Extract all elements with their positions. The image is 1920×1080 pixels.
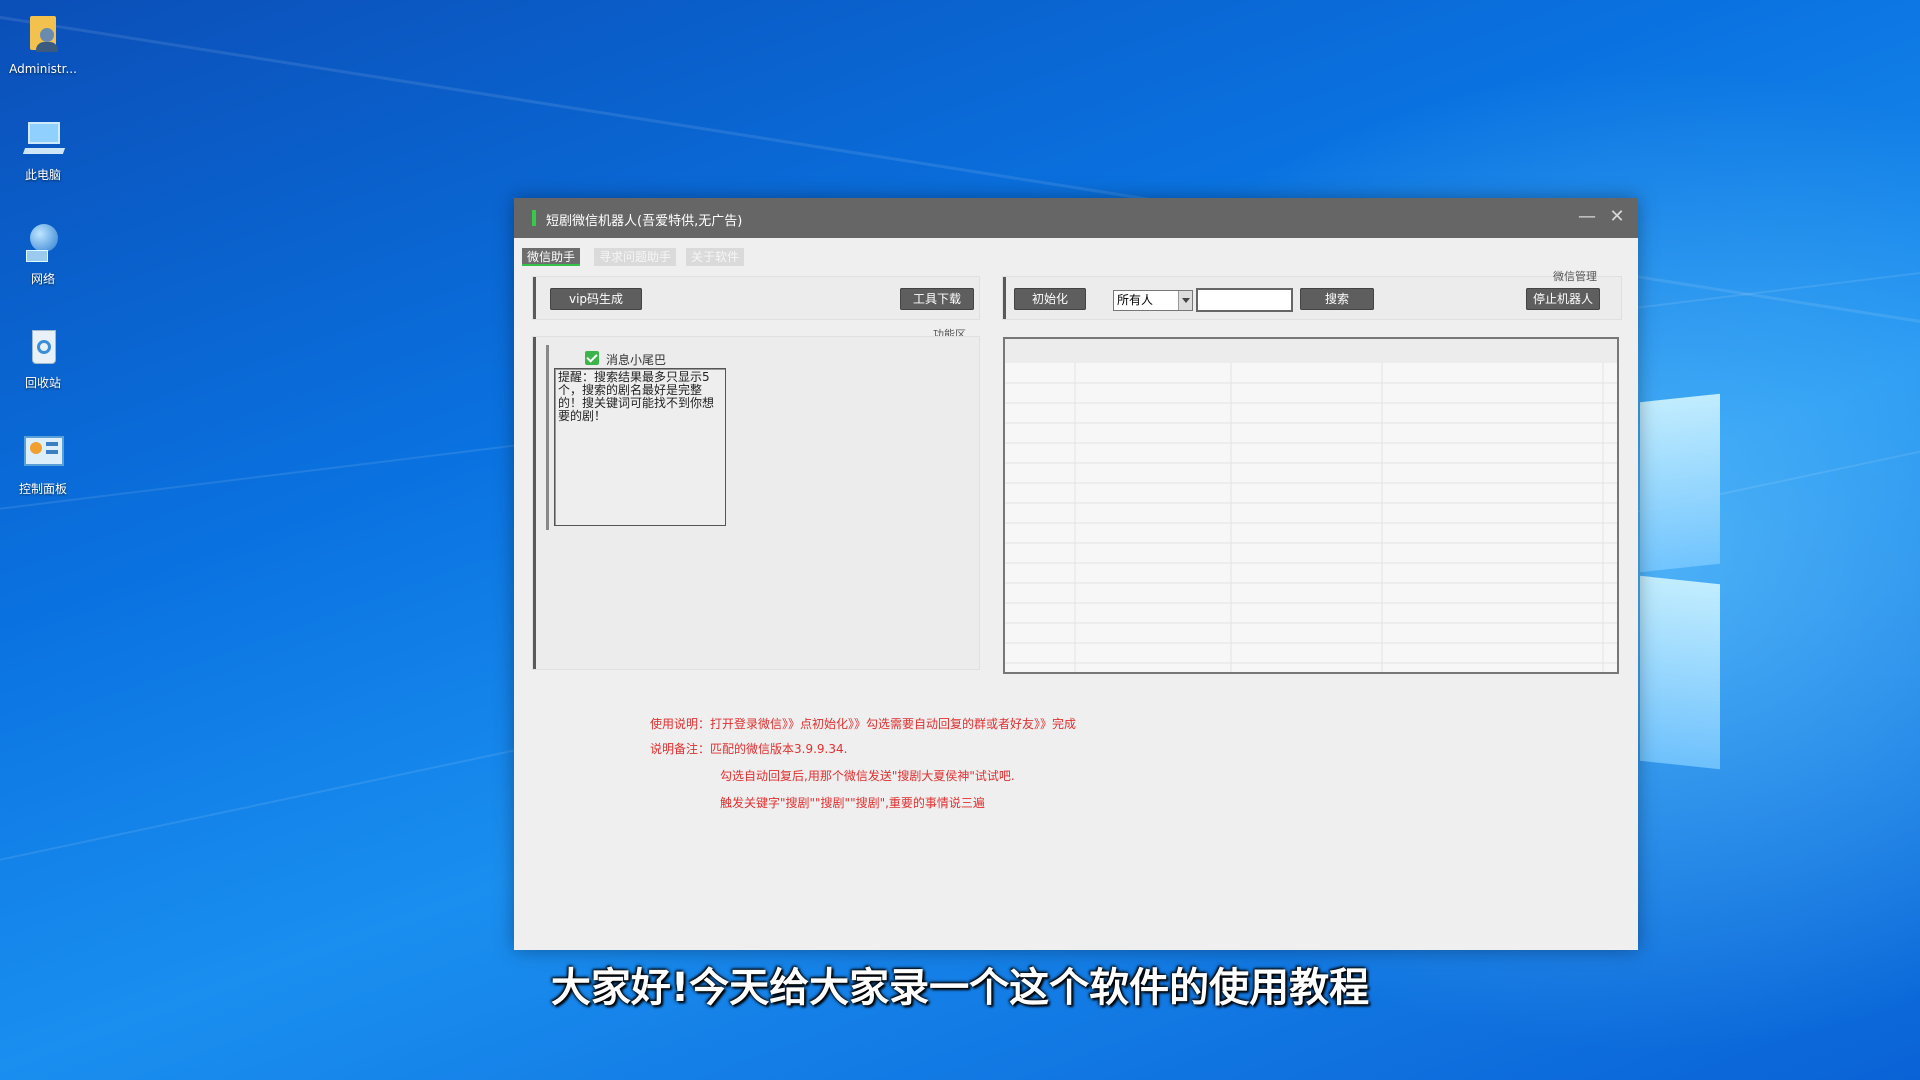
search-input[interactable] <box>1196 288 1293 312</box>
contact-list-grid[interactable] <box>1003 337 1619 674</box>
group-accent-bar <box>533 277 536 319</box>
group-accent-bar <box>533 337 536 669</box>
recycle-bin-icon <box>20 324 66 370</box>
select-value: 所有人 <box>1117 293 1154 307</box>
initialize-button[interactable]: 初始化 <box>1014 288 1086 310</box>
desktop-icon-network[interactable]: 网络 <box>4 220 82 287</box>
trigger-keyword-note: 触发关键字"搜剧""搜剧""搜剧",重要的事情说三遍 <box>720 796 985 810</box>
message-tail-label: 消息小尾巴 <box>606 353 667 367</box>
desktop-icon-this-pc[interactable]: 此电脑 <box>4 116 82 183</box>
wechat-management-label: 微信管理 <box>1553 270 1597 283</box>
control-panel-icon <box>20 430 66 476</box>
desktop-icon-recycle-bin[interactable]: 回收站 <box>4 324 82 391</box>
grid-lines <box>1005 363 1617 672</box>
tool-download-button[interactable]: 工具下载 <box>900 288 974 310</box>
desktop-icon-label: 此电脑 <box>24 168 61 182</box>
video-subtitle: 大家好!今天给大家录一个这个软件的使用教程 <box>550 965 1370 1011</box>
desktop-icon-admin[interactable]: Administr... <box>4 12 82 76</box>
desktop-icon-label: Administr... <box>9 62 77 76</box>
title-bar[interactable]: 短剧微信机器人(吾爱特供,无广告) — ✕ <box>514 198 1638 238</box>
try-hint: 勾选自动回复后,用那个微信发送"搜剧大夏侯神"试试吧. <box>720 769 1015 783</box>
desktop-icon-label: 回收站 <box>24 376 61 390</box>
contact-filter-select[interactable]: 所有人 <box>1113 290 1193 311</box>
version-note: 说明备注：匹配的微信版本3.9.9.34. <box>650 742 848 756</box>
title-accent-mark <box>532 210 536 226</box>
message-tail-checkbox[interactable] <box>585 351 599 365</box>
search-button[interactable]: 搜索 <box>1300 288 1374 310</box>
tab-wechat-assistant[interactable]: 微信助手 <box>522 248 581 266</box>
network-globe-icon <box>20 220 66 266</box>
desktop-icon-control-panel[interactable]: 控制面板 <box>4 430 82 497</box>
reply-tail-textarea[interactable]: 提醒：搜索结果最多只显示5个，搜索的剧名最好是完整的！搜关键词可能找不到你想要的… <box>554 368 726 526</box>
close-button[interactable]: ✕ <box>1604 206 1630 230</box>
stop-robot-button[interactable]: 停止机器人 <box>1526 288 1600 310</box>
minimize-button[interactable]: — <box>1574 206 1600 230</box>
vip-code-button[interactable]: vip码生成 <box>550 288 642 310</box>
chevron-down-icon[interactable] <box>1178 291 1192 310</box>
group-accent-bar <box>1003 277 1006 319</box>
desktop-icon-label: 控制面板 <box>18 482 67 496</box>
tab-about[interactable]: 关于软件 <box>686 248 745 266</box>
user-folder-icon <box>20 12 66 58</box>
computer-icon <box>20 116 66 162</box>
windows-logo <box>1640 390 1730 780</box>
inner-accent-bar <box>546 345 549 530</box>
desktop-icon-label: 网络 <box>30 272 55 286</box>
usage-instruction: 使用说明：打开登录微信》》点初始化》》勾选需要自动回复的群或者好友》》完成 <box>650 717 1077 731</box>
window-title: 短剧微信机器人(吾爱特供,无广告) <box>546 214 743 229</box>
tab-help-assistant[interactable]: 寻求问题助手 <box>594 248 677 266</box>
